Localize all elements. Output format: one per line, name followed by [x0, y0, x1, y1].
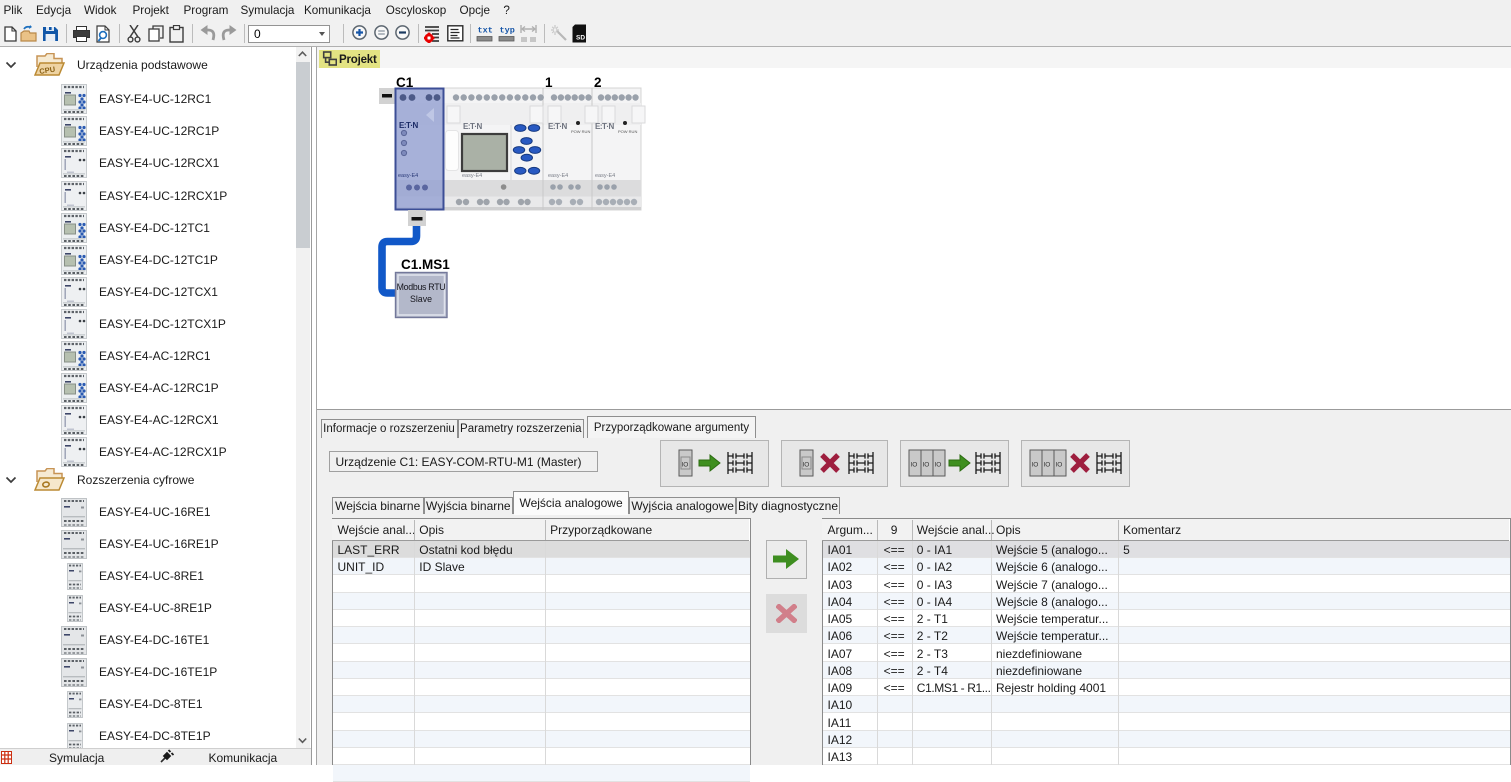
svg-text:IO: IO	[1055, 462, 1062, 469]
svg-text:easy-E4: easy-E4	[462, 173, 482, 179]
svg-text:txt: txt	[478, 26, 493, 36]
svg-text:easy-E4: easy-E4	[398, 173, 418, 179]
svg-text:SD: SD	[576, 35, 585, 42]
svg-text:typ: typ	[500, 26, 515, 36]
svg-text:E:T·N: E:T·N	[548, 122, 568, 131]
svg-text:easy-E4: easy-E4	[595, 173, 615, 179]
svg-text:POW RUN: POW RUN	[571, 129, 590, 134]
svg-text:IO: IO	[1031, 462, 1038, 469]
svg-text:Modbus RTU: Modbus RTU	[397, 282, 446, 292]
svg-text:IO: IO	[934, 462, 941, 469]
svg-text:IO: IO	[922, 462, 929, 469]
svg-text:E:T·N: E:T·N	[595, 122, 615, 131]
svg-text:E:T·N: E:T·N	[399, 121, 419, 130]
svg-text:easy-E4: easy-E4	[548, 173, 568, 179]
svg-text:IO: IO	[682, 462, 689, 469]
svg-text:C1.MS1: C1.MS1	[401, 257, 450, 272]
svg-text:IO: IO	[910, 462, 917, 469]
svg-text:IO: IO	[802, 462, 809, 469]
svg-text:POW RUN: POW RUN	[618, 129, 637, 134]
svg-text:E:T·N: E:T·N	[463, 122, 483, 131]
svg-text:IO: IO	[1043, 462, 1050, 469]
svg-text:Slave: Slave	[410, 294, 432, 304]
